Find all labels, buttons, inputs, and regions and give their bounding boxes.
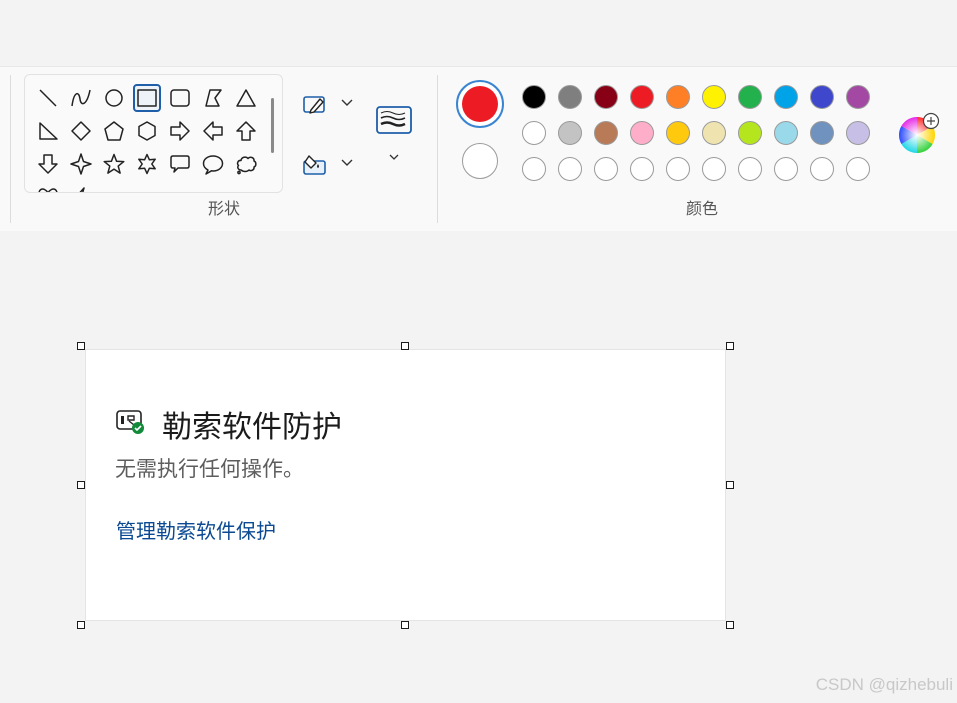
left-arrow-shape-icon[interactable]: [199, 117, 227, 145]
stroke-size-icon: [376, 106, 412, 134]
shape-outline-button[interactable]: [300, 92, 330, 118]
pentagon-shape-icon[interactable]: [100, 117, 128, 145]
palette-color-swatch[interactable]: [630, 121, 654, 145]
stroke-size-button[interactable]: [374, 104, 414, 136]
edit-colors-button[interactable]: [896, 110, 942, 156]
palette-color-swatch[interactable]: [558, 121, 582, 145]
manage-ransomware-link[interactable]: 管理勒索软件保护: [116, 515, 276, 544]
custom-color-slot[interactable]: [738, 157, 762, 181]
lightning-shape-icon[interactable]: [67, 183, 95, 192]
custom-color-slot[interactable]: [558, 157, 582, 181]
stroke-size-dropdown-chevron[interactable]: [386, 150, 402, 164]
hexagon-shape-icon[interactable]: [133, 117, 161, 145]
palette-color-swatch[interactable]: [810, 85, 834, 109]
right-arrow-shape-icon[interactable]: [166, 117, 194, 145]
custom-color-slot[interactable]: [666, 157, 690, 181]
ribbon-separator: [10, 75, 11, 223]
palette-color-swatch[interactable]: [594, 121, 618, 145]
right-triangle-shape-icon[interactable]: [34, 117, 62, 145]
outline-dropdown-chevron[interactable]: [338, 95, 356, 111]
resize-handle-bottom-right[interactable]: [726, 621, 734, 629]
cloud-callout-shape-icon[interactable]: [232, 150, 260, 178]
triangle-shape-icon[interactable]: [232, 84, 260, 112]
color-wheel-icon: [898, 112, 940, 153]
palette-color-swatch[interactable]: [522, 121, 546, 145]
palette-color-swatch[interactable]: [558, 85, 582, 109]
secondary-color-selector[interactable]: [462, 143, 498, 179]
palette-color-swatch[interactable]: [738, 121, 762, 145]
resize-handle-bottom[interactable]: [401, 621, 409, 629]
primary-color-selector[interactable]: [456, 80, 504, 128]
title-bar-area: [0, 0, 957, 66]
palette-color-swatch[interactable]: [846, 85, 870, 109]
resize-handle-top-left[interactable]: [77, 342, 85, 350]
shapes-gallery[interactable]: [24, 74, 283, 193]
palette-color-swatch[interactable]: [702, 85, 726, 109]
custom-color-slot[interactable]: [630, 157, 654, 181]
line-shape-icon[interactable]: [34, 84, 62, 112]
up-arrow-shape-icon[interactable]: [232, 117, 260, 145]
resize-handle-top[interactable]: [401, 342, 409, 350]
palette-color-swatch[interactable]: [774, 121, 798, 145]
shapes-grid: [25, 75, 265, 192]
custom-color-slot[interactable]: [846, 157, 870, 181]
chevron-down-icon: [389, 154, 399, 160]
custom-color-slot[interactable]: [594, 157, 618, 181]
palette-color-swatch[interactable]: [594, 85, 618, 109]
rounded-rectangle-shape-icon[interactable]: [166, 84, 194, 112]
palette-color-swatch[interactable]: [774, 85, 798, 109]
pasted-image-card[interactable]: [85, 349, 726, 621]
five-point-star-shape-icon[interactable]: [100, 150, 128, 178]
palette-color-swatch[interactable]: [630, 85, 654, 109]
shapes-scrollbar[interactable]: [271, 98, 274, 153]
palette-color-swatch[interactable]: [810, 121, 834, 145]
palette-color-swatch[interactable]: [738, 85, 762, 109]
palette-color-swatch[interactable]: [666, 121, 690, 145]
resize-handle-left[interactable]: [77, 481, 85, 489]
palette-color-swatch[interactable]: [846, 121, 870, 145]
palette-color-swatch[interactable]: [702, 121, 726, 145]
diamond-shape-icon[interactable]: [67, 117, 95, 145]
custom-color-slot[interactable]: [702, 157, 726, 181]
palette-color-swatch[interactable]: [522, 85, 546, 109]
resize-handle-top-right[interactable]: [726, 342, 734, 350]
chevron-down-icon: [341, 159, 353, 166]
primary-color-swatch: [462, 86, 498, 122]
card-title: 勒索软件防护: [162, 410, 342, 445]
fill-bucket-icon: [303, 155, 326, 175]
ribbon-separator: [437, 75, 438, 223]
resize-handle-bottom-left[interactable]: [77, 621, 85, 629]
oval-callout-shape-icon[interactable]: [199, 150, 227, 178]
colors-group-label: 颜色: [685, 199, 718, 218]
polygon-shape-icon[interactable]: [199, 84, 227, 112]
shape-fill-button[interactable]: [300, 150, 330, 178]
four-point-star-shape-icon[interactable]: [67, 150, 95, 178]
rectangle-shape-icon[interactable]: [133, 84, 161, 112]
watermark: CSDN @qizhebuli: [815, 675, 953, 694]
palette-color-swatch[interactable]: [666, 85, 690, 109]
rounded-callout-shape-icon[interactable]: [166, 150, 194, 178]
heart-shape-icon[interactable]: [34, 183, 62, 192]
oval-shape-icon[interactable]: [100, 84, 128, 112]
shapes-group-label: 形状: [207, 199, 240, 218]
ransomware-protection-icon: [116, 410, 144, 434]
custom-color-slot[interactable]: [810, 157, 834, 181]
custom-color-slot[interactable]: [774, 157, 798, 181]
card-status-text: 无需执行任何操作。: [115, 457, 304, 481]
chevron-down-icon: [341, 99, 353, 106]
pencil-outline-icon: [303, 96, 325, 114]
fill-dropdown-chevron[interactable]: [338, 155, 356, 171]
resize-handle-right[interactable]: [726, 481, 734, 489]
down-arrow-shape-icon[interactable]: [34, 150, 62, 178]
curve-shape-icon[interactable]: [67, 84, 95, 112]
custom-color-slot[interactable]: [522, 157, 546, 181]
six-point-star-shape-icon[interactable]: [133, 150, 161, 178]
